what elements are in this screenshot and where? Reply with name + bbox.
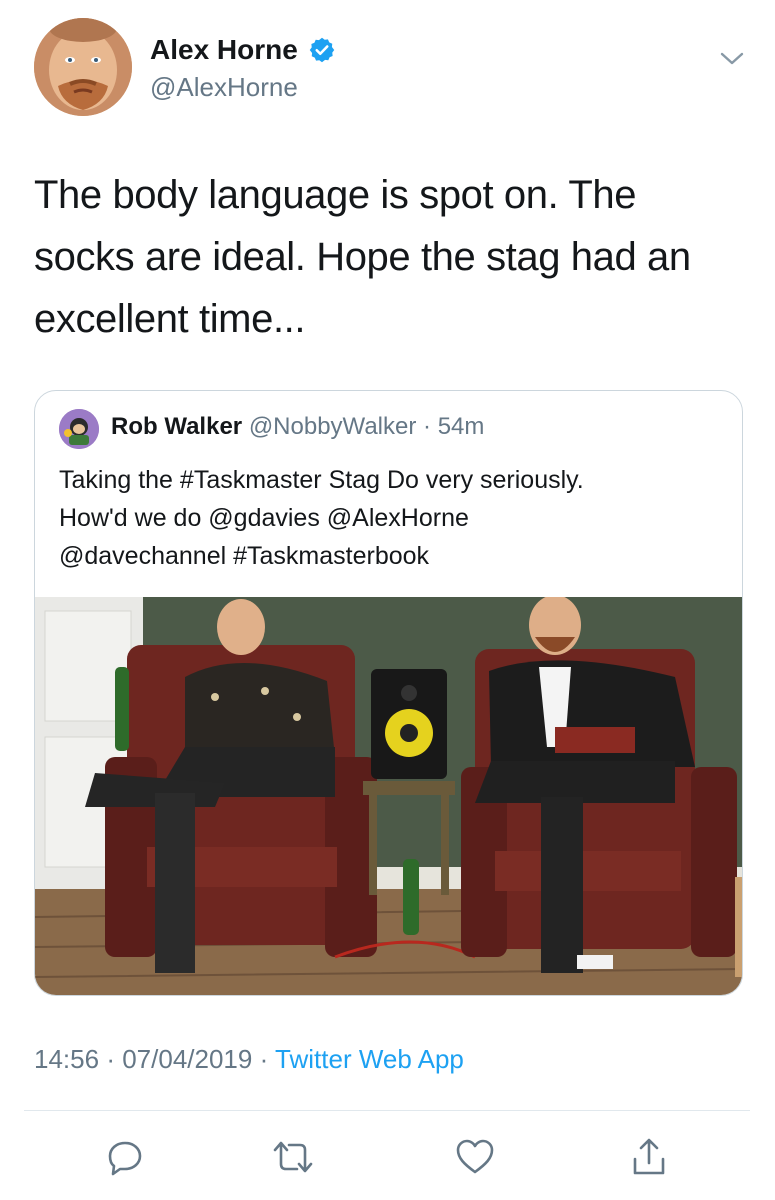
quoted-separator: · — [423, 413, 432, 440]
quoted-timestamp: 54m — [437, 413, 485, 440]
quoted-text: Taking the #Taskmaster Stag Do very seri… — [59, 461, 719, 575]
author-handle[interactable]: @AlexHorne — [150, 72, 336, 103]
quoted-tweet-header: Rob Walker @NobbyWalker · 54m — [59, 407, 719, 451]
heart-icon — [456, 1139, 494, 1174]
photo-image — [35, 595, 742, 995]
like-button[interactable] — [450, 1132, 500, 1182]
reply-button[interactable] — [100, 1132, 150, 1182]
quoted-handle[interactable]: @NobbyWalker — [249, 413, 417, 440]
tweet-text-line: The body language is spot on. The — [34, 173, 637, 217]
retweet-icon — [273, 1141, 313, 1173]
quoted-tweet[interactable]: Rob Walker @NobbyWalker · 54m Taking the… — [34, 390, 743, 996]
quoted-meta: Rob Walker @NobbyWalker · 54m — [111, 413, 484, 441]
tweet-text-line: excellent time... — [34, 297, 306, 341]
quoted-text-line: Taking the #Taskmaster Stag Do very seri… — [59, 466, 584, 494]
quoted-display-name[interactable]: Rob Walker — [111, 413, 242, 440]
quoted-text-line: How'd we do @gdavies @AlexHorne — [59, 504, 469, 532]
author-avatar-image — [34, 18, 132, 116]
quoted-photo[interactable] — [35, 595, 742, 995]
tweet-text-line: socks are ideal. Hope the stag had an — [34, 235, 691, 279]
chevron-down-icon[interactable] — [718, 44, 746, 72]
tweet-meta: 14:56 · 07/04/2019 · Twitter Web App — [34, 1044, 464, 1075]
author-display-name[interactable]: Alex Horne — [150, 34, 298, 66]
quoted-text-line: @davechannel #Taskmasterbook — [59, 542, 430, 570]
quoted-avatar-image — [59, 409, 99, 449]
retweet-button[interactable] — [268, 1132, 318, 1182]
divider — [24, 1110, 750, 1111]
author-name-block: Alex Horne @AlexHorne — [150, 34, 336, 103]
quoted-author-avatar[interactable] — [59, 409, 99, 449]
verified-badge-icon — [308, 36, 336, 64]
meta-separator: · — [259, 1044, 269, 1074]
tweet-source-link[interactable]: Twitter Web App — [275, 1044, 464, 1074]
share-button[interactable] — [624, 1132, 674, 1182]
tweet-text: The body language is spot on. The socks … — [34, 164, 734, 350]
tweet-time: 14:56 — [34, 1044, 100, 1074]
share-icon — [633, 1138, 665, 1175]
meta-separator: · — [106, 1044, 115, 1074]
tweet-actions — [0, 1132, 775, 1182]
tweet-header: Alex Horne @AlexHorne — [34, 18, 754, 128]
tweet-date: 07/04/2019 — [122, 1044, 253, 1074]
reply-icon — [108, 1141, 142, 1176]
author-avatar[interactable] — [34, 18, 132, 116]
